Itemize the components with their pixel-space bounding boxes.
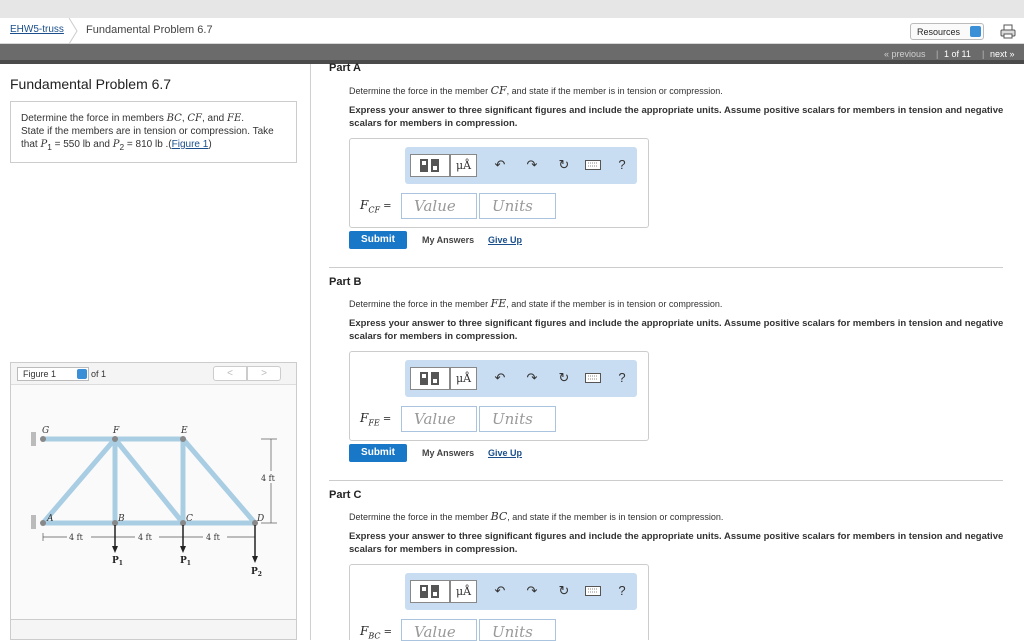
truss-diagram: G F E A B C D 4 ft 4 ft 4 ft 4 ft P1 P1 … bbox=[31, 426, 277, 578]
units-input[interactable]: Units bbox=[479, 193, 556, 219]
part-b-submit-button[interactable]: Submit bbox=[349, 444, 407, 462]
chevron-updown-icon bbox=[970, 26, 981, 37]
problem-title: Fundamental Problem 6.7 bbox=[10, 76, 172, 92]
templates-button[interactable] bbox=[410, 580, 450, 603]
load-label-p2-d: P2 bbox=[251, 567, 262, 578]
math-toolbar: μÅ ↶ ↷ ↻ ? bbox=[405, 360, 637, 397]
reset-icon[interactable]: ↻ bbox=[556, 583, 572, 599]
value-input[interactable]: Value bbox=[401, 619, 477, 641]
templates-button[interactable] bbox=[410, 154, 450, 177]
load-label-p1-c: P1 bbox=[180, 556, 191, 567]
divider bbox=[329, 480, 1003, 481]
position-indicator: 1 of 11 bbox=[944, 49, 971, 59]
figure-prev-button[interactable]: < bbox=[213, 366, 247, 381]
templates-icon bbox=[420, 585, 439, 598]
dimension-vertical: 4 ft bbox=[261, 474, 276, 483]
figure-panel: Figure 1 of 1 < > G F E A B C D 4 ft 4 f… bbox=[10, 362, 297, 620]
part-b-question: Determine the force in the member FE, an… bbox=[349, 297, 723, 310]
templates-button[interactable] bbox=[410, 367, 450, 390]
part-c-question: Determine the force in the member BC, an… bbox=[349, 510, 724, 523]
joint-label-a: A bbox=[46, 514, 54, 524]
variable-label-fbc: FBC = bbox=[360, 624, 393, 641]
resources-label: Resources bbox=[917, 27, 961, 37]
units-button[interactable]: μÅ bbox=[450, 580, 477, 603]
part-c-title: Part C bbox=[329, 489, 362, 501]
panel-divider bbox=[310, 64, 311, 640]
next-link[interactable]: next » bbox=[990, 49, 1015, 59]
units-button[interactable]: μÅ bbox=[450, 367, 477, 390]
variable-label-ffe: FFE = bbox=[360, 411, 392, 428]
math-toolbar: μÅ ↶ ↷ ↻ ? bbox=[405, 573, 637, 610]
help-icon[interactable]: ? bbox=[614, 157, 630, 173]
variable-label-fcf: FCF = bbox=[360, 198, 392, 215]
redo-icon[interactable]: ↷ bbox=[524, 370, 540, 386]
part-a-question: Determine the force in the member CF, an… bbox=[349, 84, 723, 97]
dimension-3: 4 ft bbox=[206, 533, 221, 542]
units-button[interactable]: μÅ bbox=[450, 154, 477, 177]
left-panel-footer bbox=[10, 620, 297, 640]
dimension-2: 4 ft bbox=[138, 533, 153, 542]
part-a-instruction: Express your answer to three significant… bbox=[349, 105, 1004, 129]
undo-icon[interactable]: ↶ bbox=[492, 583, 508, 599]
previous-link[interactable]: « previous bbox=[884, 49, 926, 59]
part-b-instruction: Express your answer to three significant… bbox=[349, 318, 1004, 342]
value-input[interactable]: Value bbox=[401, 406, 477, 432]
units-input[interactable]: Units bbox=[479, 406, 556, 432]
truss-members bbox=[40, 436, 258, 526]
load-label-p1-b: P1 bbox=[112, 556, 123, 567]
figure-link[interactable]: Figure 1 bbox=[172, 139, 209, 150]
figure-count: of 1 bbox=[91, 369, 107, 379]
joint-label-g: G bbox=[42, 426, 49, 436]
part-c-instruction: Express your answer to three significant… bbox=[349, 531, 1004, 555]
assignment-nav-bar: « previous | 1 of 11 | next » bbox=[0, 44, 1024, 64]
part-a-submit-button[interactable]: Submit bbox=[349, 231, 407, 249]
joint-label-d: D bbox=[256, 514, 264, 524]
math-toolbar: μÅ ↶ ↷ ↻ ? bbox=[405, 147, 637, 184]
reset-icon[interactable]: ↻ bbox=[556, 370, 572, 386]
problem-statement: Determine the force in members BC, CF, a… bbox=[10, 101, 297, 163]
part-b-title: Part B bbox=[329, 276, 362, 288]
divider bbox=[329, 267, 1003, 268]
keyboard-icon[interactable] bbox=[585, 373, 601, 383]
dimension-1: 4 ft bbox=[69, 533, 84, 542]
part-a-title: Part A bbox=[329, 62, 361, 74]
templates-icon bbox=[420, 159, 439, 172]
undo-icon[interactable]: ↶ bbox=[492, 370, 508, 386]
figure-header: Figure 1 of 1 < > bbox=[11, 363, 296, 385]
templates-icon bbox=[420, 372, 439, 385]
part-a-give-up[interactable]: Give Up bbox=[488, 235, 522, 245]
part-c-answer-box: μÅ ↶ ↷ ↻ ? FBC = Value Units bbox=[349, 564, 649, 641]
breadcrumb-course-link[interactable]: EHW5-truss bbox=[10, 24, 64, 35]
figure-select[interactable]: Figure 1 bbox=[17, 367, 89, 381]
help-icon[interactable]: ? bbox=[614, 583, 630, 599]
joint-label-b: B bbox=[117, 514, 125, 524]
part-b-answer-box: μÅ ↶ ↷ ↻ ? FFE = Value Units bbox=[349, 351, 649, 441]
redo-icon[interactable]: ↷ bbox=[524, 583, 540, 599]
resources-dropdown[interactable]: Resources bbox=[910, 23, 984, 40]
printer-icon[interactable] bbox=[1000, 24, 1016, 39]
part-b-give-up[interactable]: Give Up bbox=[488, 448, 522, 458]
wall-support-bottom bbox=[31, 515, 36, 529]
figure-next-button[interactable]: > bbox=[247, 366, 281, 381]
units-input[interactable]: Units bbox=[479, 619, 556, 641]
joint-label-c: C bbox=[186, 514, 193, 524]
keyboard-icon[interactable] bbox=[585, 586, 601, 596]
breadcrumb-current: Fundamental Problem 6.7 bbox=[86, 24, 213, 36]
joint-label-f: F bbox=[112, 426, 120, 436]
value-input[interactable]: Value bbox=[401, 193, 477, 219]
chevron-updown-icon bbox=[77, 369, 87, 379]
joint-label-e: E bbox=[180, 426, 188, 436]
breadcrumb-separator-icon bbox=[68, 18, 78, 44]
undo-icon[interactable]: ↶ bbox=[492, 157, 508, 173]
header-bar: EHW5-truss Fundamental Problem 6.7 Resou… bbox=[0, 18, 1024, 44]
redo-icon[interactable]: ↷ bbox=[524, 157, 540, 173]
part-b-my-answers[interactable]: My Answers bbox=[422, 448, 474, 458]
reset-icon[interactable]: ↻ bbox=[556, 157, 572, 173]
help-icon[interactable]: ? bbox=[614, 370, 630, 386]
wall-support-top bbox=[31, 432, 36, 446]
part-a-answer-box: μÅ ↶ ↷ ↻ ? FCF = Value Units bbox=[349, 138, 649, 228]
keyboard-icon[interactable] bbox=[585, 160, 601, 170]
part-a-my-answers[interactable]: My Answers bbox=[422, 235, 474, 245]
browser-top-strip bbox=[0, 0, 1024, 18]
